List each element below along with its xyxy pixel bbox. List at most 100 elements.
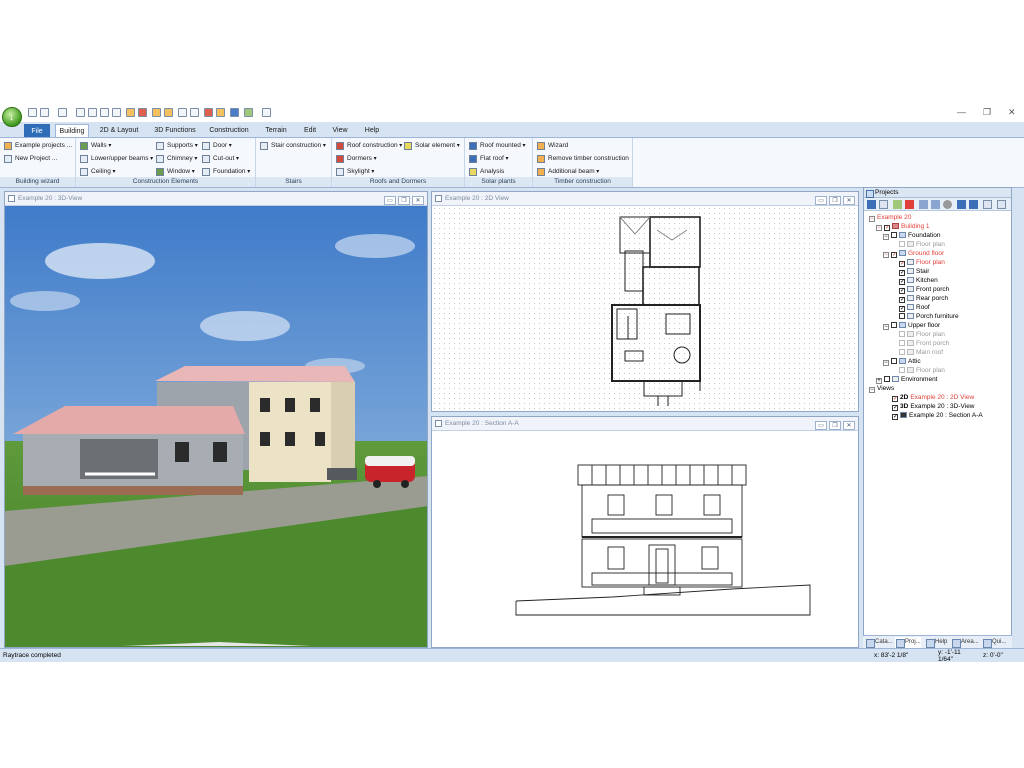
tree-kitchen[interactable]: ✓ Kitchen: [899, 276, 938, 285]
tab-file[interactable]: File: [24, 124, 50, 138]
tab-building[interactable]: Building: [55, 124, 89, 138]
3d-render[interactable]: [5, 206, 427, 647]
wizard-button[interactable]: Wizard: [537, 140, 568, 152]
tab-edit[interactable]: Edit: [299, 124, 321, 138]
section-canvas[interactable]: [432, 431, 858, 647]
tree-ground-floor[interactable]: − ✓ Ground floor: [883, 249, 944, 258]
tree-ground-plan[interactable]: ✓ Floor plan: [899, 258, 945, 267]
tree-view-2d[interactable]: ✓ 2D Example 20 : 2D View: [892, 393, 974, 402]
pen-icon[interactable]: [230, 108, 239, 117]
paste-icon[interactable]: [931, 200, 940, 209]
check-icon[interactable]: [867, 200, 876, 209]
roof-mounted-button[interactable]: Roof mounted: [469, 140, 526, 152]
redo-icon[interactable]: [58, 108, 67, 117]
rename-icon[interactable]: [879, 200, 888, 209]
roof-construction-button[interactable]: Roof construction: [336, 140, 402, 152]
measure-icon[interactable]: [204, 108, 213, 117]
tree-front-porch[interactable]: ✓ Front porch: [899, 285, 949, 294]
tree-view-section[interactable]: ✓ Example 20 : Section A-A: [892, 411, 983, 420]
tree-foundation-plan[interactable]: Floor plan: [899, 240, 945, 249]
arrow-up-icon[interactable]: [957, 200, 966, 209]
solar-element-button[interactable]: Solar element: [404, 140, 460, 152]
new-project-button[interactable]: New Project ...: [4, 153, 57, 165]
pane-close-button[interactable]: ✕: [843, 421, 855, 430]
section-icon[interactable]: [100, 108, 109, 117]
tree-foundation[interactable]: − Foundation: [883, 231, 941, 240]
tree-view-3d[interactable]: ✓ 3D Example 20 : 3D-View: [892, 402, 975, 411]
undo-icon[interactable]: [40, 108, 49, 117]
tree-stair[interactable]: ✓ Stair: [899, 267, 929, 276]
tab-quick[interactable]: Qui...: [982, 637, 1006, 648]
tree-upper-floor[interactable]: − Upper floor: [883, 321, 940, 330]
pane-close-button[interactable]: ✕: [843, 196, 855, 205]
pane-controls: ▭ ❐ ✕: [813, 419, 855, 430]
tree-porch-furniture[interactable]: Porch furniture: [899, 312, 959, 321]
tree-environment[interactable]: + Environment: [876, 375, 938, 384]
copy-icon[interactable]: [244, 108, 253, 117]
pane-minimize-button[interactable]: ▭: [815, 421, 827, 430]
new-icon[interactable]: [28, 108, 37, 117]
tab-catalog[interactable]: Cata...: [865, 637, 893, 648]
arrow-down-icon[interactable]: [969, 200, 978, 209]
tools-icon[interactable]: [152, 108, 161, 117]
sort-az-icon[interactable]: [983, 200, 992, 209]
tab-terrain[interactable]: Terrain: [259, 124, 293, 138]
sphere-icon[interactable]: [943, 200, 952, 209]
tree-attic[interactable]: − Attic: [883, 357, 921, 366]
pane-close-button[interactable]: ✕: [412, 196, 424, 205]
chimney-button[interactable]: Chimney: [156, 153, 197, 165]
layer-icon[interactable]: [126, 108, 135, 117]
tab-construction[interactable]: Construction: [206, 124, 252, 138]
tree-attic-plan[interactable]: Floor plan: [899, 366, 945, 375]
tree-upper-front-porch[interactable]: Front porch: [899, 339, 949, 348]
tab-help[interactable]: Help: [359, 124, 385, 138]
cutout-button[interactable]: Cut-out: [202, 153, 239, 165]
close-button[interactable]: ✕: [1008, 107, 1016, 118]
maximize-button[interactable]: ❐: [983, 107, 991, 118]
lower-upper-beams-button[interactable]: Lower/upper beams: [80, 153, 153, 165]
copy-icon[interactable]: [919, 200, 928, 209]
select-icon[interactable]: [190, 108, 199, 117]
stair-construction-button[interactable]: Stair construction: [260, 140, 326, 152]
tree-upper-plan[interactable]: Floor plan: [899, 330, 945, 339]
pane-section-view[interactable]: Example 20 : Section A-A ▭ ❐ ✕: [431, 416, 859, 648]
tree-building[interactable]: − ✓ Building 1: [876, 222, 930, 231]
tab-projects[interactable]: Proj...: [895, 637, 921, 648]
walls-button[interactable]: Walls: [80, 140, 111, 152]
pointer-icon[interactable]: [178, 108, 187, 117]
pane-minimize-button[interactable]: ▭: [815, 196, 827, 205]
tab-3d-functions[interactable]: 3D Functions: [150, 124, 200, 138]
pane-restore-button[interactable]: ❐: [829, 196, 841, 205]
pane-3d-view[interactable]: Example 20 : 3D-View ▭ ❐ ✕: [4, 191, 428, 648]
add-icon[interactable]: [893, 200, 902, 209]
walk-icon[interactable]: [164, 108, 173, 117]
pane-restore-button[interactable]: ❐: [398, 196, 410, 205]
example-projects-button[interactable]: Example projects ...: [4, 140, 72, 152]
grid-icon[interactable]: [112, 108, 121, 117]
tree-rear-porch[interactable]: ✓ Rear porch: [899, 294, 948, 303]
tab-2d-layout[interactable]: 2D & Layout: [96, 124, 142, 138]
pane-restore-button[interactable]: ❐: [829, 421, 841, 430]
2d-view-icon[interactable]: [76, 108, 85, 117]
paint-icon[interactable]: [216, 108, 225, 117]
tree-main-roof[interactable]: Main roof: [899, 348, 943, 357]
tree-views[interactable]: − Views: [869, 384, 894, 393]
3d-view-icon[interactable]: [88, 108, 97, 117]
delete-icon[interactable]: [905, 200, 914, 209]
remove-timber-button[interactable]: Remove timber construction: [537, 153, 629, 165]
tab-view[interactable]: View: [328, 124, 352, 138]
supports-button[interactable]: Supports: [156, 140, 198, 152]
dormers-button[interactable]: Dormers: [336, 153, 377, 165]
floor-plan-canvas[interactable]: [432, 206, 858, 411]
minimize-button[interactable]: —: [957, 107, 966, 117]
pane-minimize-button[interactable]: ▭: [384, 196, 396, 205]
app-logo-icon[interactable]: ↓: [2, 107, 22, 127]
flat-roof-button[interactable]: Flat roof: [469, 153, 509, 165]
customize-icon[interactable]: [262, 108, 271, 117]
tree-root[interactable]: − Example 20: [869, 213, 911, 222]
pane-2d-view[interactable]: Example 20 : 2D View ▭ ❐ ✕: [431, 191, 859, 412]
magnet-icon[interactable]: [138, 108, 147, 117]
tree-roof[interactable]: ✓ Roof: [899, 303, 930, 312]
sort-za-icon[interactable]: [997, 200, 1006, 209]
door-button[interactable]: Door: [202, 140, 232, 152]
